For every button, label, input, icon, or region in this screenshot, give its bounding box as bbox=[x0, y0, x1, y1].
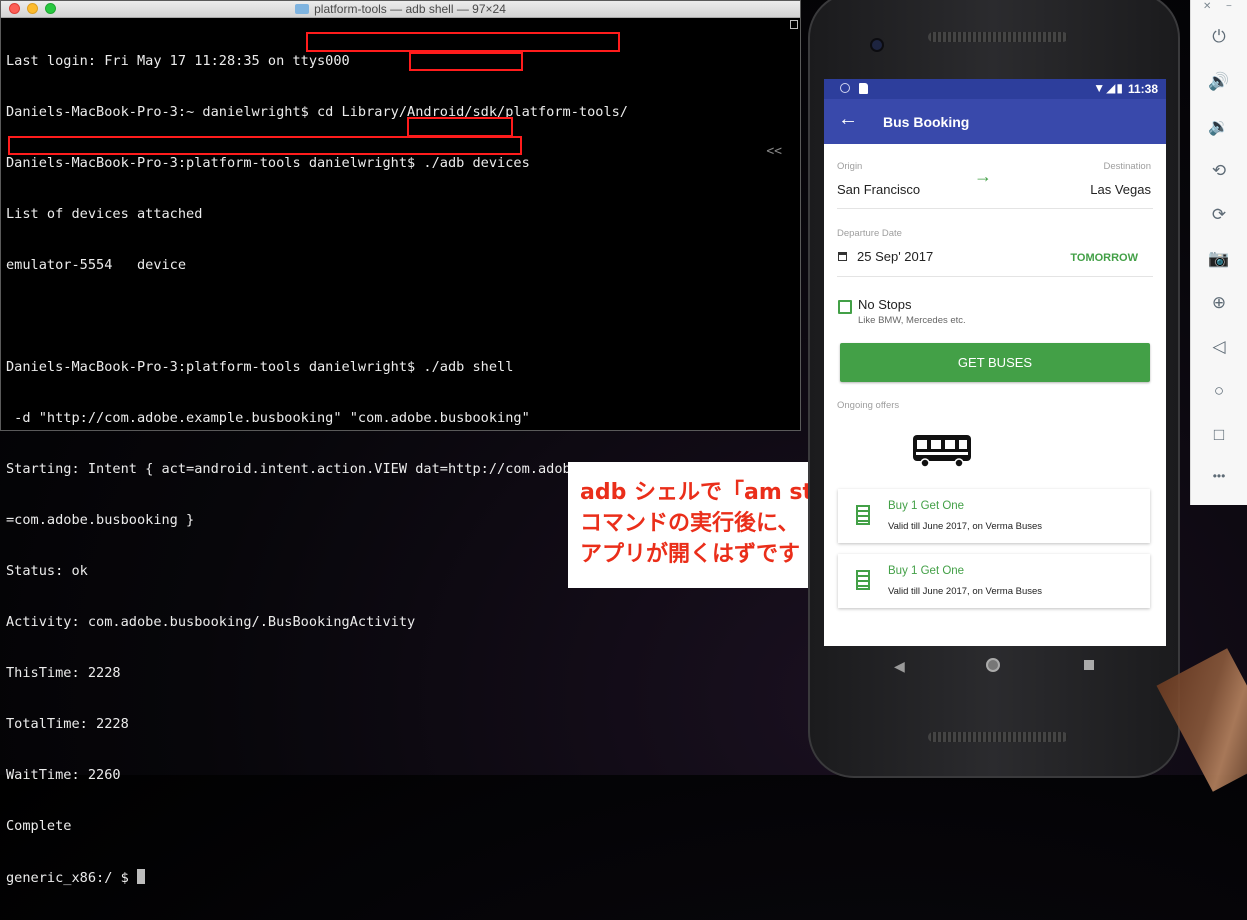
highlight-adb-devices bbox=[409, 52, 523, 71]
folder-icon bbox=[295, 4, 310, 14]
ongoing-offers-label: Ongoing offers bbox=[837, 400, 900, 411]
callout-line: アプリが開くはずです bbox=[580, 542, 801, 567]
rotate-left-icon[interactable]: ⟲ bbox=[1191, 161, 1247, 181]
building-icon bbox=[856, 570, 870, 590]
overflow-marker: << bbox=[766, 144, 782, 159]
android-status-bar: ▼◢▮ 11:38 bbox=[824, 79, 1166, 99]
front-camera-icon bbox=[870, 38, 884, 52]
departure-label: Departure Date bbox=[837, 228, 902, 239]
calendar-icon bbox=[838, 252, 847, 261]
offer-title: Buy 1 Get One bbox=[888, 500, 965, 512]
phone-screen[interactable]: ▼◢▮ 11:38 ← Bus Booking Origin San Franc… bbox=[824, 79, 1166, 646]
offer-subtitle: Valid till June 2017, on Verma Buses bbox=[888, 586, 1042, 597]
emulator-toolbar: ✕ − ⏻ 🔊 🔉 ⟲ ⟳ 📷 ⊕ ◁ ○ □ ••• bbox=[1190, 0, 1247, 505]
booking-form: Origin San Francisco → Destination Las V… bbox=[824, 144, 1166, 411]
app-toolbar: ← Bus Booking bbox=[824, 99, 1166, 144]
terminal-line: -d "http://com.adobe.example.busbooking"… bbox=[6, 410, 530, 426]
more-icon[interactable]: ••• bbox=[1191, 469, 1247, 483]
terminal-line: ThisTime: 2228 bbox=[6, 665, 121, 681]
terminal-title: platform-tools — adb shell — 97×24 bbox=[1, 2, 800, 16]
no-stops-checkbox[interactable] bbox=[838, 300, 852, 314]
terminal-line: List of devices attached bbox=[6, 206, 203, 222]
terminal-line: WaitTime: 2260 bbox=[6, 767, 121, 783]
terminal-title-text: platform-tools — adb shell — 97×24 bbox=[314, 2, 506, 16]
speaker-grille bbox=[928, 732, 1068, 742]
highlight-adb-shell bbox=[407, 117, 513, 137]
terminal-line: Activity: com.adobe.busbooking/.BusBooki… bbox=[6, 614, 416, 630]
origin-label: Origin bbox=[837, 161, 863, 172]
bus-icon bbox=[913, 435, 971, 468]
arrow-right-icon[interactable]: → bbox=[974, 166, 992, 187]
nav-home-icon[interactable] bbox=[986, 658, 1000, 672]
close-icon[interactable]: ✕ bbox=[1203, 1, 1211, 12]
terminal-line: Daniels-MacBook-Pro-3:platform-tools dan… bbox=[6, 155, 530, 171]
offer-card[interactable]: Buy 1 Get One Valid till June 2017, on V… bbox=[838, 554, 1150, 608]
terminal-prompt: generic_x86:/ $ bbox=[6, 870, 137, 886]
building-icon bbox=[856, 505, 870, 525]
terminal-line: TotalTime: 2228 bbox=[6, 716, 129, 732]
terminal-line: Last login: Fri May 17 11:28:35 on ttys0… bbox=[6, 53, 350, 69]
terminal-line: Daniels-MacBook-Pro-3:platform-tools dan… bbox=[6, 359, 514, 375]
destination-field[interactable]: Las Vegas bbox=[1090, 182, 1151, 197]
no-stops-sublabel: Like BMW, Mercedes etc. bbox=[858, 315, 966, 326]
callout-line: adb シェルで「am start」 bbox=[580, 480, 872, 505]
terminal-titlebar[interactable]: platform-tools — adb shell — 97×24 bbox=[1, 1, 800, 18]
nav-back-icon[interactable]: ◀ bbox=[894, 658, 905, 675]
offer-title: Buy 1 Get One bbox=[888, 565, 965, 577]
terminal-line: Daniels-MacBook-Pro-3:~ danielwright$ cd… bbox=[6, 104, 628, 120]
volume-up-icon[interactable]: 🔊 bbox=[1191, 72, 1247, 92]
offer-operator: Verma Buses bbox=[985, 521, 1043, 532]
terminal-window[interactable]: platform-tools — adb shell — 97×24 Last … bbox=[0, 0, 801, 886]
back-arrow-icon[interactable]: ← bbox=[838, 108, 858, 131]
callout-line: コマンドの実行後に、 bbox=[580, 511, 800, 536]
text-cursor bbox=[136, 869, 145, 884]
zoom-icon[interactable]: ⊕ bbox=[1191, 293, 1247, 313]
destination-label: Destination bbox=[1103, 161, 1151, 172]
offer-validity: Valid till June 2017, on bbox=[888, 521, 986, 532]
terminal-line: Complete bbox=[6, 818, 72, 834]
tomorrow-button[interactable]: TOMORROW bbox=[1070, 252, 1138, 264]
android-nav-bar: ◀ bbox=[824, 646, 1166, 686]
origin-field[interactable]: San Francisco bbox=[837, 182, 920, 197]
notification-icon bbox=[840, 83, 850, 93]
back-icon[interactable]: ◁ bbox=[1191, 337, 1247, 357]
speaker-grille bbox=[928, 32, 1068, 42]
departure-row: Departure Date 25 Sep' 2017 TOMORROW bbox=[837, 209, 1153, 277]
nav-recents-icon[interactable] bbox=[1084, 660, 1094, 670]
no-stops-row: No Stops Like BMW, Mercedes etc. bbox=[837, 277, 1153, 343]
offer-subtitle: Valid till June 2017, on Verma Buses bbox=[888, 521, 1042, 532]
offer-operator: Verma Buses bbox=[985, 586, 1043, 597]
minimize-icon[interactable]: − bbox=[1226, 1, 1232, 12]
highlight-am-start-args bbox=[8, 136, 522, 155]
get-buses-button[interactable]: GET BUSES bbox=[840, 343, 1150, 382]
power-icon[interactable]: ⏻ bbox=[1191, 27, 1247, 47]
status-time: 11:38 bbox=[1127, 82, 1158, 96]
highlight-cd-command bbox=[306, 32, 620, 52]
home-icon[interactable]: ○ bbox=[1191, 381, 1247, 401]
volume-down-icon[interactable]: 🔉 bbox=[1191, 117, 1247, 137]
app-title: Bus Booking bbox=[883, 114, 970, 130]
overview-icon[interactable]: □ bbox=[1191, 425, 1247, 445]
terminal-line: emulator-5554 device bbox=[6, 257, 187, 273]
offer-validity: Valid till June 2017, on bbox=[888, 586, 986, 597]
sd-card-icon bbox=[859, 83, 868, 94]
no-stops-label: No Stops bbox=[858, 297, 912, 312]
terminal-prompt-line: generic_x86:/ $ bbox=[6, 869, 795, 886]
departure-date-field[interactable]: 25 Sep' 2017 bbox=[857, 249, 933, 264]
rotate-right-icon[interactable]: ⟳ bbox=[1191, 205, 1247, 225]
camera-icon[interactable]: 📷 bbox=[1191, 249, 1247, 269]
offer-card[interactable]: Buy 1 Get One Valid till June 2017, on V… bbox=[838, 489, 1150, 543]
signal-battery-icons: ▼◢▮ bbox=[1093, 81, 1124, 95]
route-row: Origin San Francisco → Destination Las V… bbox=[837, 144, 1153, 209]
